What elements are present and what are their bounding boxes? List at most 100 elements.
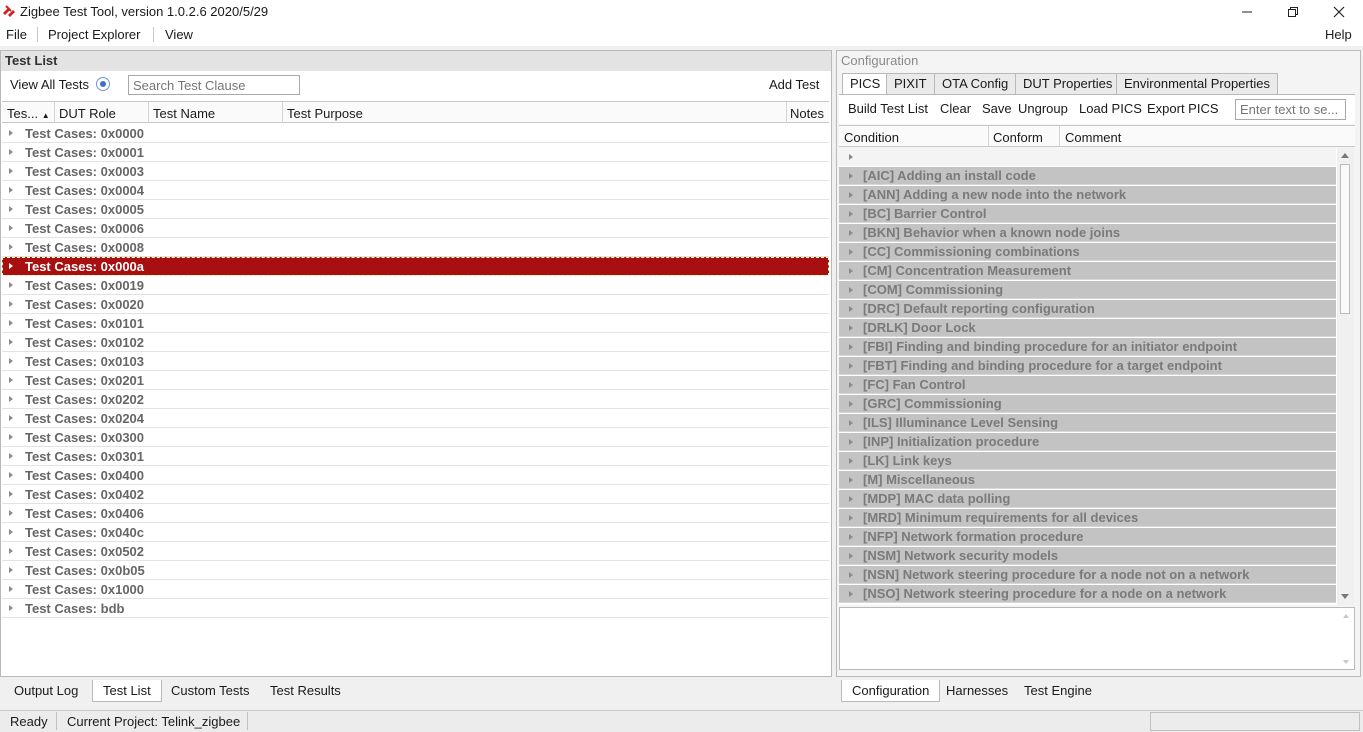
tab-pixit[interactable]: PIXIT <box>886 73 935 94</box>
pics-group-row[interactable]: [DRC] Default reporting configuration <box>839 300 1336 318</box>
scroll-up-icon[interactable] <box>1343 614 1349 618</box>
tab-pics[interactable]: PICS <box>842 73 889 95</box>
tab-test-list[interactable]: Test List <box>92 680 162 702</box>
column-separator[interactable] <box>1059 126 1060 147</box>
pics-group-row[interactable]: [NSO] Network steering procedure for a n… <box>839 585 1336 603</box>
test-case-group-row[interactable]: Test Cases: 0x0004 <box>2 181 829 200</box>
scroll-down-icon[interactable] <box>1343 660 1349 664</box>
test-case-group-row[interactable]: Test Cases: 0x0020 <box>2 295 829 314</box>
test-case-group-row[interactable]: Test Cases: 0x0006 <box>2 219 829 238</box>
pics-group-row[interactable]: [M] Miscellaneous <box>839 471 1336 489</box>
test-case-group-row[interactable]: Test Cases: 0x0502 <box>2 542 829 561</box>
test-case-group-row[interactable]: Test Cases: 0x0005 <box>2 200 829 219</box>
tab-test-engine[interactable]: Test Engine <box>1014 680 1102 702</box>
restore-button[interactable] <box>1270 0 1316 23</box>
menu-project-explorer[interactable]: Project Explorer <box>48 27 140 42</box>
pics-group-row[interactable]: [GRC] Commissioning <box>839 395 1336 413</box>
test-case-group-row[interactable]: Test Cases: 0x000a <box>2 257 829 276</box>
pics-group-row[interactable]: [FBT] Finding and binding procedure for … <box>839 357 1336 375</box>
test-case-group-row[interactable]: Test Cases: 0x1000 <box>2 580 829 599</box>
pics-group-row[interactable]: [BC] Barrier Control <box>839 205 1336 223</box>
pics-group-row[interactable]: [COM] Commissioning <box>839 281 1336 299</box>
test-case-group-row[interactable]: Test Cases: 0x0400 <box>2 466 829 485</box>
pics-group-row[interactable]: [LK] Link keys <box>839 452 1336 470</box>
build-test-list-button[interactable]: Build Test List <box>848 101 928 116</box>
pics-group-row[interactable]: [ANN] Adding a new node into the network <box>839 186 1336 204</box>
close-button[interactable] <box>1316 0 1362 23</box>
menu-file[interactable]: File <box>6 27 27 42</box>
column-separator[interactable] <box>54 102 55 123</box>
test-case-group-row[interactable]: Test Cases: 0x0001 <box>2 143 829 162</box>
test-case-group-row[interactable]: Test Cases: 0x0000 <box>2 124 829 143</box>
view-all-tests-radio[interactable] <box>96 77 110 91</box>
tab-ota-config[interactable]: OTA Config <box>934 73 1017 94</box>
test-case-group-row[interactable]: Test Cases: 0x0b05 <box>2 561 829 580</box>
column-header-condition[interactable]: Condition <box>844 130 899 145</box>
load-pics-button[interactable]: Load PICS <box>1079 101 1142 116</box>
pics-empty-group-row[interactable] <box>839 148 1336 166</box>
test-case-group-row[interactable]: Test Cases: 0x0101 <box>2 314 829 333</box>
test-case-group-row[interactable]: Test Cases: 0x0406 <box>2 504 829 523</box>
pics-group-row[interactable]: [CC] Commissioning combinations <box>839 243 1336 261</box>
scrollbar-thumb[interactable] <box>1340 164 1350 314</box>
pics-group-row[interactable]: [NFP] Network formation procedure <box>839 528 1336 546</box>
export-pics-button[interactable]: Export PICS <box>1147 101 1219 116</box>
tab-output-log[interactable]: Output Log <box>4 680 88 702</box>
column-separator[interactable] <box>282 102 283 123</box>
column-separator[interactable] <box>988 126 989 147</box>
test-case-group-row[interactable]: Test Cases: 0x0201 <box>2 371 829 390</box>
test-case-group-row[interactable]: Test Cases: 0x0103 <box>2 352 829 371</box>
column-header-comment[interactable]: Comment <box>1065 130 1121 145</box>
menu-view[interactable]: View <box>165 27 193 42</box>
tab-environmental-properties[interactable]: Environmental Properties <box>1116 73 1278 94</box>
tab-custom-tests[interactable]: Custom Tests <box>161 680 260 702</box>
column-header-conform[interactable]: Conform <box>993 130 1043 145</box>
test-case-group-row[interactable]: Test Cases: 0x0008 <box>2 238 829 257</box>
pics-group-row[interactable]: [CM] Concentration Measurement <box>839 262 1336 280</box>
pics-group-row[interactable]: [FBI] Finding and binding procedure for … <box>839 338 1336 356</box>
column-header-notes[interactable]: Notes <box>790 106 824 121</box>
column-header-test-purpose[interactable]: Test Purpose <box>287 106 363 121</box>
save-button[interactable]: Save <box>982 101 1012 116</box>
pics-group-label: [MDP] MAC data polling <box>863 491 1011 506</box>
pics-search-input[interactable] <box>1235 99 1346 120</box>
test-case-group-row[interactable]: Test Cases: 0x0300 <box>2 428 829 447</box>
search-test-clause-input[interactable] <box>128 75 300 95</box>
pics-group-row[interactable]: [ILS] Illuminance Level Sensing <box>839 414 1336 432</box>
pics-group-row[interactable]: [DRLK] Door Lock <box>839 319 1336 337</box>
tab-configuration[interactable]: Configuration <box>841 680 941 702</box>
pics-group-row[interactable]: [MDP] MAC data polling <box>839 490 1336 508</box>
test-case-group-row[interactable]: Test Cases: 0x0102 <box>2 333 829 352</box>
test-case-group-row[interactable]: Test Cases: bdb <box>2 599 829 618</box>
test-case-group-row[interactable]: Test Cases: 0x0202 <box>2 390 829 409</box>
column-header-test-name[interactable]: Test Name <box>153 106 215 121</box>
pics-group-row[interactable]: [NSN] Network steering procedure for a n… <box>839 566 1336 584</box>
tab-dut-properties[interactable]: DUT Properties <box>1015 73 1121 94</box>
column-header-dut-role[interactable]: DUT Role <box>59 106 116 121</box>
pics-group-row[interactable]: [MRD] Minimum requirements for all devic… <box>839 509 1336 527</box>
pics-group-row[interactable]: [AIC] Adding an install code <box>839 167 1336 185</box>
test-case-group-row[interactable]: Test Cases: 0x0003 <box>2 162 829 181</box>
pics-group-row[interactable]: [NSM] Network security models <box>839 547 1336 565</box>
test-case-group-row[interactable]: Test Cases: 0x0402 <box>2 485 829 504</box>
clear-button[interactable]: Clear <box>940 101 971 116</box>
column-separator[interactable] <box>148 102 149 123</box>
test-case-group-row[interactable]: Test Cases: 0x0301 <box>2 447 829 466</box>
column-header-test-id[interactable]: Tes... ▲ <box>7 106 50 121</box>
pics-comment-box[interactable] <box>839 607 1355 670</box>
ungroup-button[interactable]: Ungroup <box>1018 101 1068 116</box>
tab-harnesses[interactable]: Harnesses <box>936 680 1018 702</box>
test-case-group-row[interactable]: Test Cases: 0x0019 <box>2 276 829 295</box>
scroll-down-icon[interactable] <box>1341 594 1349 599</box>
pics-group-row[interactable]: [INP] Initialization procedure <box>839 433 1336 451</box>
tab-test-results[interactable]: Test Results <box>260 680 351 702</box>
column-separator[interactable] <box>786 102 787 123</box>
test-case-group-row[interactable]: Test Cases: 0x040c <box>2 523 829 542</box>
test-case-group-row[interactable]: Test Cases: 0x0204 <box>2 409 829 428</box>
menu-help[interactable]: Help <box>1325 27 1352 42</box>
minimize-button[interactable] <box>1224 0 1270 23</box>
scroll-up-icon[interactable] <box>1341 153 1349 158</box>
add-test-button[interactable]: Add Test <box>769 77 819 92</box>
pics-group-row[interactable]: [BKN] Behavior when a known node joins <box>839 224 1336 242</box>
pics-group-row[interactable]: [FC] Fan Control <box>839 376 1336 394</box>
